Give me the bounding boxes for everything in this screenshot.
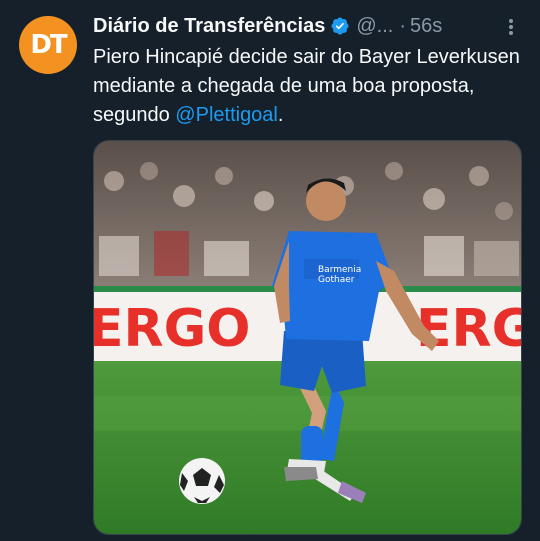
tweet-text: Piero Hincapié decide sair do Bayer Leve… <box>93 43 523 130</box>
tweet-body-end: . <box>277 104 284 126</box>
tweet-header: Diário de Transferências @... · 56s <box>93 12 522 40</box>
shirt-sponsor-line2: Gothaer <box>318 275 355 285</box>
football-player-photo: ERGO ERGO Barmenia Gothaer <box>94 141 521 534</box>
timestamp[interactable]: 56s <box>410 15 442 38</box>
verified-badge-icon <box>331 17 349 35</box>
author-handle[interactable]: @... <box>356 15 393 38</box>
author-name[interactable]: Diário de Transferências <box>93 15 325 38</box>
separator-dot: · <box>399 14 406 37</box>
tweet-body: Piero Hincapié decide sair do Bayer Leve… <box>93 46 520 126</box>
ad-board-text-left: ERGO <box>94 299 250 359</box>
more-options-icon[interactable] <box>502 18 520 36</box>
avatar[interactable]: DT <box>19 16 77 74</box>
mention-link[interactable]: @Plettigoal <box>175 104 278 126</box>
tweet-photo[interactable]: ERGO ERGO Barmenia Gothaer <box>93 140 522 535</box>
avatar-logo-text: DT <box>30 30 67 60</box>
shirt-sponsor-line1: Barmenia <box>318 265 361 275</box>
